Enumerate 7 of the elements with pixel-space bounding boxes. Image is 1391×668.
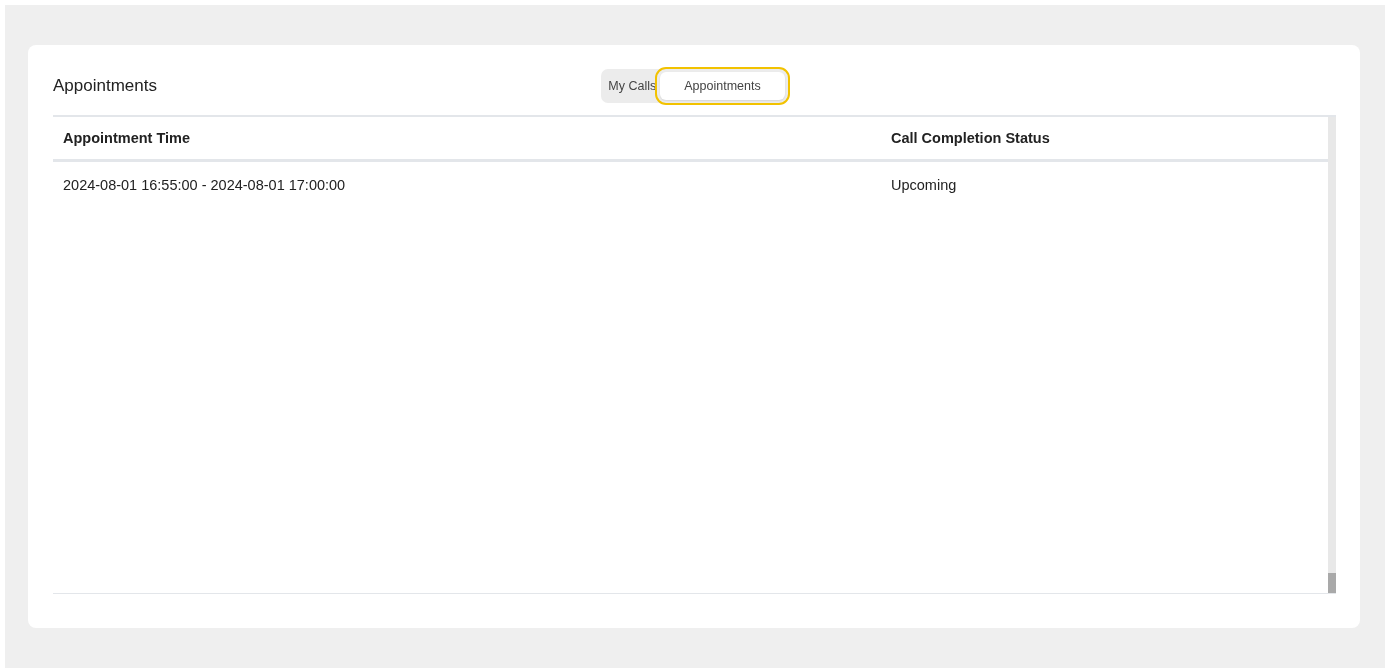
column-header: Call Completion Status <box>890 130 1051 146</box>
page-title: Appointments <box>53 76 158 96</box>
scrollbar[interactable] <box>1328 117 1336 593</box>
column-header: Appointment Time <box>62 130 191 146</box>
tab[interactable]: My Calls <box>604 72 661 100</box>
table-cell-text: Upcoming <box>890 177 958 193</box>
table-cell-text: 2024-08-01 16:55:00 - 2024-08-01 17:00:00 <box>62 177 347 193</box>
